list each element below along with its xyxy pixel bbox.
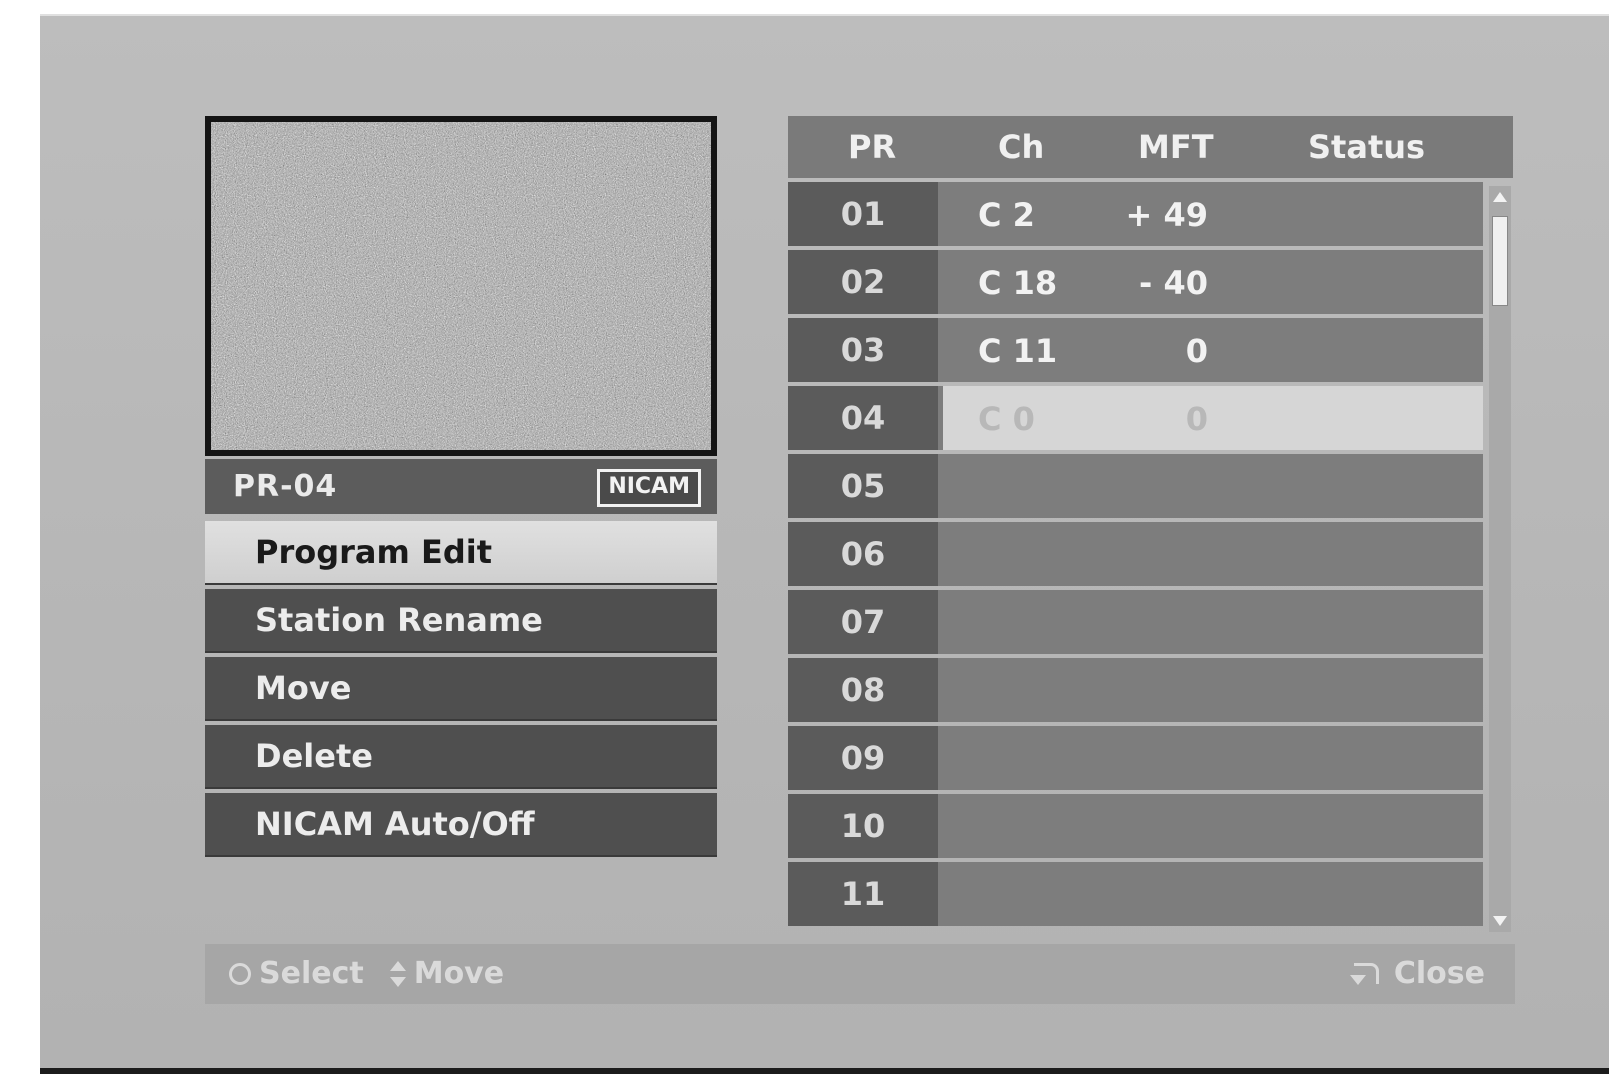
row-channel: C 18 — [978, 264, 1058, 302]
table-row[interactable]: 03 C 11 0 — [788, 318, 1483, 382]
channel-preview — [205, 116, 717, 456]
close-hint: Close — [1393, 956, 1485, 991]
table-row[interactable]: 09 — [788, 726, 1483, 790]
table-row[interactable]: 11 — [788, 862, 1483, 926]
table-row[interactable]: 04 C 0 0 — [788, 386, 1483, 450]
current-program-label: PR-04 — [233, 469, 338, 504]
nicam-badge: NICAM — [597, 469, 701, 507]
row-channel: C 2 — [978, 196, 1035, 234]
select-hint: Select — [259, 956, 364, 991]
menu-item-move[interactable]: Move — [205, 657, 717, 721]
row-program-number: 06 — [788, 522, 938, 586]
header-pr: PR — [848, 128, 897, 166]
move-hint: Move — [413, 956, 505, 991]
row-program-number: 11 — [788, 862, 938, 926]
program-edit-screen: PR-04 NICAM Program Edit Station Rename Mo… — [40, 14, 1609, 1074]
table-row[interactable]: 01 C 2 + 49 — [788, 182, 1483, 246]
static-noise-image — [211, 122, 711, 450]
ok-circle-icon — [229, 962, 251, 985]
table-row[interactable]: 05 — [788, 454, 1483, 518]
row-program-number: 05 — [788, 454, 938, 518]
header-mft: MFT — [1138, 128, 1214, 166]
return-icon — [1349, 959, 1384, 989]
menu-item-station-rename[interactable]: Station Rename — [205, 589, 717, 653]
scroll-down-icon[interactable] — [1493, 916, 1507, 926]
row-program-number: 07 — [788, 590, 938, 654]
row-program-number: 04 — [788, 386, 938, 450]
header-ch: Ch — [998, 128, 1045, 166]
program-table: PR Ch MFT Status 01 C 2 + 49 02 C 18 - 40 03 C … — [788, 116, 1513, 936]
row-program-number: 08 — [788, 658, 938, 722]
header-status: Status — [1308, 128, 1426, 166]
table-row[interactable]: 06 — [788, 522, 1483, 586]
row-channel: C 11 — [978, 332, 1058, 370]
table-row[interactable]: 10 — [788, 794, 1483, 858]
table-header: PR Ch MFT Status — [788, 116, 1513, 178]
scroll-thumb[interactable] — [1492, 216, 1508, 306]
table-body: 01 C 2 + 49 02 C 18 - 40 03 C 11 0 04 C 0 0 05 06 07 08… — [788, 182, 1483, 932]
row-program-number: 10 — [788, 794, 938, 858]
row-fine-tune: - 40 — [1139, 264, 1208, 302]
table-row[interactable]: 08 — [788, 658, 1483, 722]
row-fine-tune: 0 — [1185, 400, 1208, 438]
table-scrollbar[interactable] — [1489, 186, 1511, 932]
row-program-number: 02 — [788, 250, 938, 314]
row-channel: C 0 — [978, 400, 1035, 438]
row-fine-tune: 0 — [1185, 332, 1208, 370]
row-fine-tune: + 49 — [1125, 196, 1208, 234]
scroll-up-icon[interactable] — [1493, 192, 1507, 202]
menu-item-program-edit[interactable]: Program Edit — [205, 521, 717, 585]
table-row[interactable]: 07 — [788, 590, 1483, 654]
table-row[interactable]: 02 C 18 - 40 — [788, 250, 1483, 314]
row-program-number: 01 — [788, 182, 938, 246]
program-options-menu: Program Edit Station Rename Move Delete NICA… — [205, 521, 717, 861]
key-hint-bar: Select Move Close — [205, 944, 1515, 1004]
preview-info-bar: PR-04 NICAM — [205, 459, 717, 514]
row-program-number: 09 — [788, 726, 938, 790]
menu-item-delete[interactable]: Delete — [205, 725, 717, 789]
up-down-arrows-icon — [389, 959, 406, 989]
menu-item-nicam-auto-off[interactable]: NICAM Auto/Off — [205, 793, 717, 857]
row-program-number: 03 — [788, 318, 938, 382]
